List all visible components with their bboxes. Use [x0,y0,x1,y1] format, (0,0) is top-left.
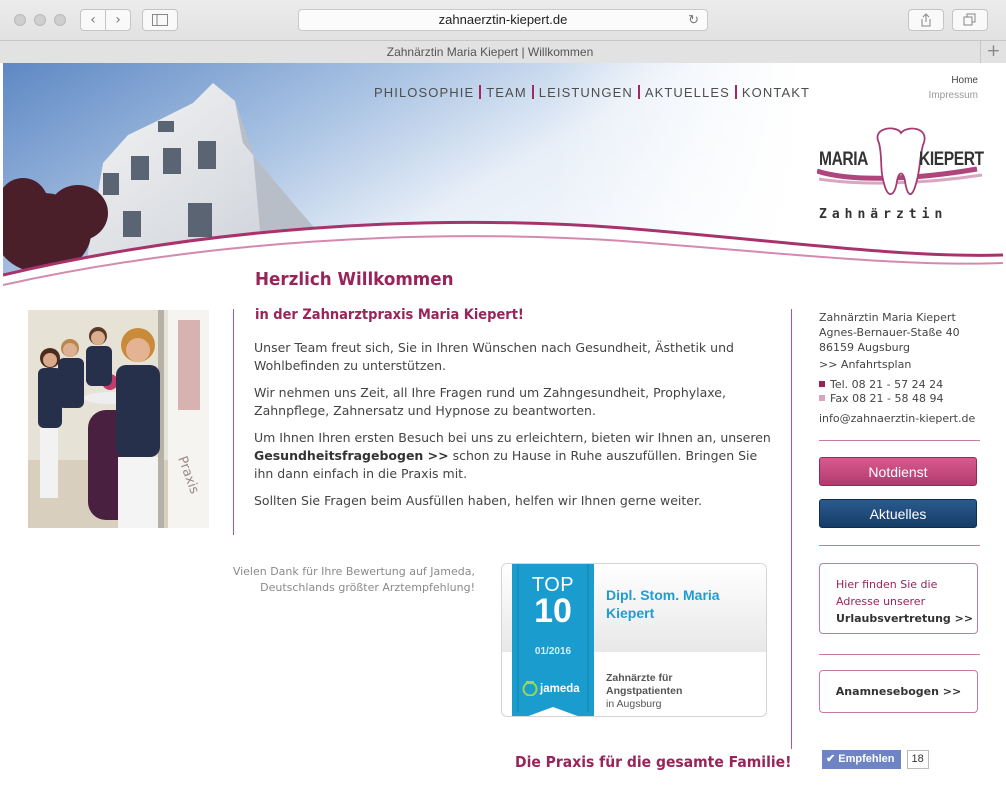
minimize-window-icon[interactable] [34,14,46,26]
paragraph-3-start: Um Ihnen Ihren ersten Besuch bei uns zu … [254,430,771,445]
empfehlen-label: Empfehlen [838,753,895,765]
jameda-logo-icon [522,681,538,696]
browser-chrome: ‹ › zahnaerztin-kiepert.de ↻ Zahnärztin … [0,0,1006,63]
intro-paragraph-4: Sollten Sie Fragen beim Ausfüllen haben,… [254,493,702,508]
anfahrtsplan-link[interactable]: >> Anfahrtsplan [819,358,911,371]
award-ribbon: TOP 10 01/2016 jameda [512,564,594,716]
family-slogan: Die Praxis für die gesamte Familie! [515,753,792,771]
urlaubsvertretung-link[interactable]: Urlaubsvertretung >> [836,612,973,625]
fax-number: Fax 08 21 - 58 48 94 [830,392,944,405]
nav-aktuelles[interactable]: AKTUELLES [640,85,735,100]
sidebar-divider-line [819,654,980,655]
practice-city: 86159 Augsburg [819,341,910,354]
logo-subtitle: Zahnärztin [819,207,948,222]
main-navigation: PHILOSOPHIE TEAM LEISTUNGEN AKTUELLES KONTAK… [369,85,815,100]
team-photo: Praxis [28,310,209,528]
url-text: zahnaerztin-kiepert.de [438,12,568,27]
nav-team[interactable]: TEAM [481,85,532,100]
share-icon[interactable] [908,9,944,31]
intro-paragraph-2: Wir nehmen uns Zeit, all Ihre Fragen run… [254,385,726,418]
category-line-2: Angstpatienten [606,685,683,697]
thanks-line-1: Vielen Dank für Ihre Bewertung auf Jamed… [232,565,475,578]
email-link[interactable]: info@zahnaerztin-kiepert.de [819,412,975,425]
logo-first-name: MARIA [819,149,869,170]
sidebar-icon[interactable] [142,9,178,31]
header-banner: PHILOSOPHIE TEAM LEISTUNGEN AKTUELLES KONTAK… [3,63,1003,293]
award-category: Zahnärzte für Angstpatienten in Augsburg [606,672,756,711]
jameda-thanks-text: Vielen Dank für Ihre Bewertung auf Jamed… [199,564,475,596]
utility-links: Home Impressum [929,73,978,103]
anamnesebogen-link[interactable]: Anamnesebogen >> [819,670,978,713]
ribbon-date: 01/2016 [534,646,572,657]
phone-bullet-icon [819,381,825,387]
home-link[interactable]: Home [929,73,978,88]
webpage: PHILOSOPHIE TEAM LEISTUNGEN AKTUELLES KONTAK… [3,63,1003,796]
practice-address: Zahnärztin Maria Kiepert Agnes-Bernauer-… [819,310,960,355]
impressum-link[interactable]: Impressum [929,88,978,103]
intro-text: Unser Team freut sich, Sie in Ihren Wüns… [254,339,774,519]
doctor-name[interactable]: Dipl. Stom. Maria Kiepert [606,586,756,622]
intro-paragraph-1: Unser Team freut sich, Sie in Ihren Wüns… [254,340,734,373]
aktuelles-button[interactable]: Aktuelles [819,499,977,528]
tab-title[interactable]: Zahnärztin Maria Kiepert | Willkommen [0,41,980,63]
notdienst-button[interactable]: Notdienst [819,457,977,486]
back-icon[interactable]: ‹ [80,9,106,31]
new-tab-icon[interactable]: + [980,41,1006,63]
logo[interactable]: MARIA KIEPERT Zahnärztin [817,125,987,225]
phone-number: Tel. 08 21 - 57 24 24 [830,378,944,391]
check-icon: ✔ [826,753,839,765]
zoom-window-icon[interactable] [54,14,66,26]
address-bar[interactable]: zahnaerztin-kiepert.de ↻ [298,9,708,31]
empfehlen-widget: ✔ Empfehlen 18 [822,750,929,769]
urlaub-line-1: Hier finden Sie die [836,578,938,591]
urlaub-line-2: Adresse unserer [836,595,926,608]
ribbon-brand: jameda [540,683,580,695]
gesundheitsfragebogen-link[interactable]: Gesundheitsfragebogen >> [254,448,449,463]
jameda-award-card[interactable]: TOP 10 01/2016 jameda Dipl. Stom. Maria … [501,563,767,717]
tabs-overview-icon[interactable] [952,9,988,31]
practice-name: Zahnärztin Maria Kiepert [819,311,956,324]
phone-fax: Tel. 08 21 - 57 24 24 Fax 08 21 - 58 48 … [819,378,944,406]
nav-leistungen[interactable]: LEISTUNGEN [534,85,638,100]
close-window-icon[interactable] [14,14,26,26]
sidebar-divider-line [819,440,980,441]
intro-heading: in der Zahnarztpraxis Maria Kiepert! [255,307,524,323]
empfehlen-count: 18 [906,750,929,769]
category-line-1: Zahnärzte für [606,672,673,684]
practice-street: Agnes-Bernauer-Staße 40 [819,326,960,339]
reload-icon[interactable]: ↻ [688,10,699,30]
sidebar-divider [791,309,792,749]
nav-kontakt[interactable]: KONTAKT [737,85,815,100]
fax-bullet-icon [819,395,825,401]
ribbon-rank: 10 [534,592,572,630]
page-title: Herzlich Willkommen [255,269,454,290]
sidebar-divider-line [819,545,980,546]
content-divider [233,309,234,535]
tab-bar: Zahnärztin Maria Kiepert | Willkommen + [0,40,1006,63]
urlaubsvertretung-box[interactable]: Hier finden Sie die Adresse unserer Urla… [819,563,978,634]
thanks-line-2: Deutschlands größter Arztempfehlung! [260,581,475,594]
logo-last-name: KIEPERT [919,149,984,170]
intro-paragraph-3: Um Ihnen Ihren ersten Besuch bei uns zu … [254,429,774,483]
forward-icon[interactable]: › [105,9,131,31]
nav-philosophie[interactable]: PHILOSOPHIE [369,85,479,100]
empfehlen-button[interactable]: ✔ Empfehlen [822,750,901,769]
award-location: in Augsburg [606,698,662,710]
